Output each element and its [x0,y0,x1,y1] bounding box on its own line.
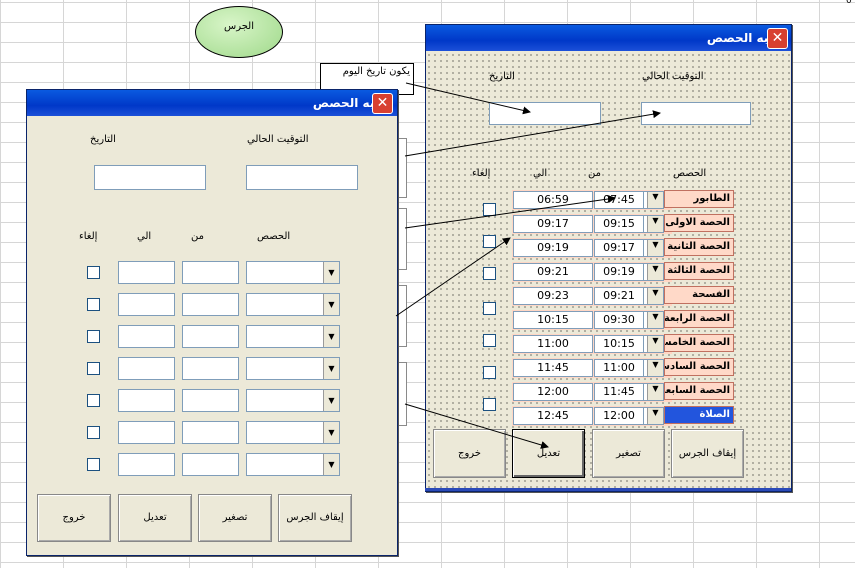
arrow-to-date-field [405,82,531,115]
arrow-to-period-rows [395,237,511,317]
arrow-to-time-field [404,110,661,157]
arrow-to-edit-button [404,403,549,449]
connector-arrows [395,82,661,449]
arrow-to-first-period [404,195,616,229]
